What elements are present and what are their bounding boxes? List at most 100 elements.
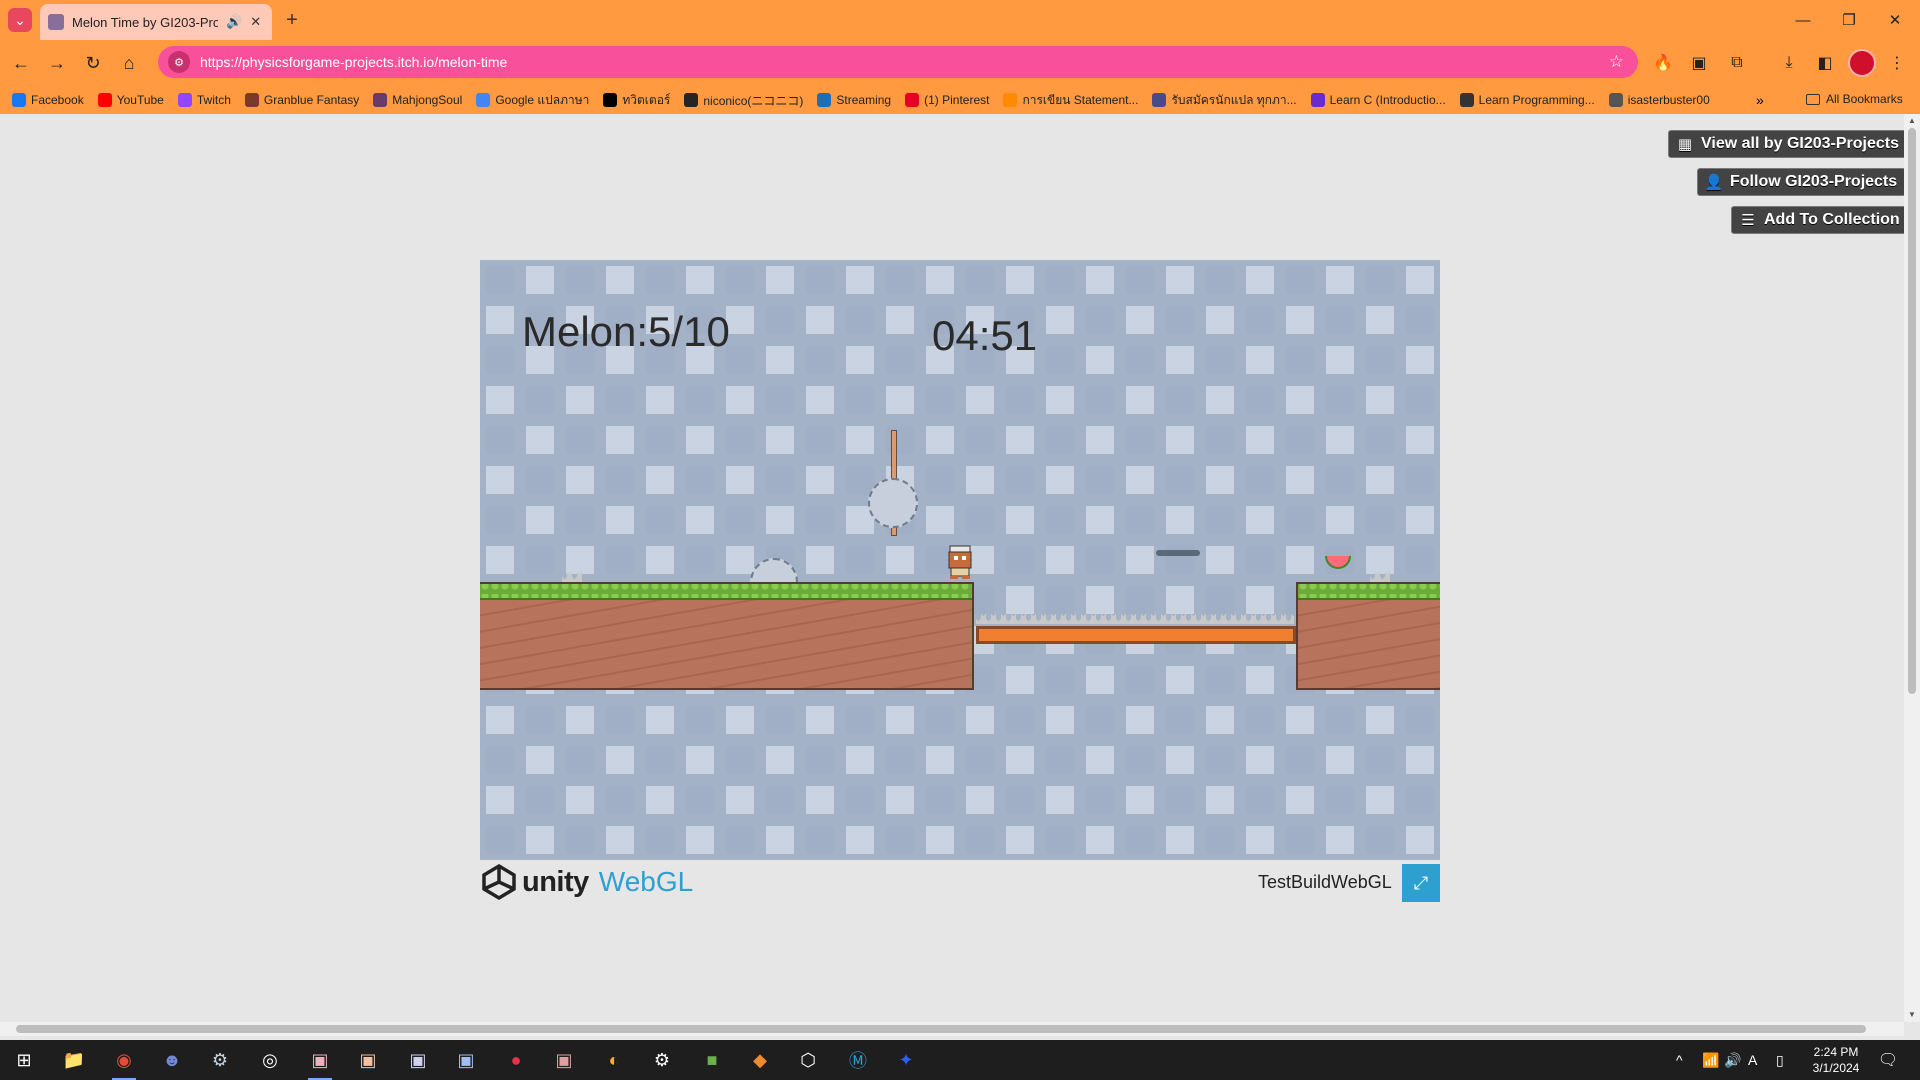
horizontal-scrollbar[interactable] bbox=[0, 1022, 1904, 1036]
ubisoft-icon[interactable]: ◎ bbox=[254, 1046, 286, 1074]
tile bbox=[1086, 826, 1114, 854]
profile-avatar[interactable] bbox=[1848, 49, 1876, 77]
tile bbox=[1246, 706, 1274, 734]
bookmark-item[interactable]: Streaming bbox=[817, 93, 891, 107]
app-icon-m[interactable]: Ⓜ bbox=[842, 1046, 874, 1074]
game-app-icon-3[interactable]: ▣ bbox=[402, 1046, 434, 1074]
address-bar[interactable]: ⚙ https://physicsforgame-projects.itch.i… bbox=[158, 46, 1638, 78]
all-bookmarks-button[interactable]: All Bookmarks bbox=[1806, 92, 1903, 106]
steam-icon[interactable]: ⚙ bbox=[204, 1046, 236, 1074]
game-app-icon-2[interactable]: ▣ bbox=[352, 1046, 384, 1074]
bookmark-item[interactable]: MahjongSoul bbox=[373, 93, 462, 107]
wifi-icon[interactable]: 📶 bbox=[1702, 1040, 1719, 1080]
bookmark-item[interactable]: YouTube bbox=[97, 93, 164, 107]
picture-in-picture-icon[interactable]: ▣ bbox=[1688, 52, 1710, 74]
game-app-icon-1[interactable]: ▣ bbox=[304, 1046, 336, 1080]
tile bbox=[1286, 386, 1314, 414]
tile bbox=[646, 706, 674, 734]
vertical-scroll-thumb[interactable] bbox=[1908, 128, 1916, 694]
extensions-puzzle-icon[interactable]: ⧉ bbox=[1726, 52, 1748, 74]
notification-icon[interactable]: 🗨 bbox=[1876, 1048, 1900, 1072]
bookmark-label: isasterbuster00 bbox=[1627, 93, 1710, 107]
extension-flame-icon[interactable]: 🔥 bbox=[1652, 52, 1674, 74]
bookmarks-overflow-icon[interactable]: » bbox=[1756, 92, 1764, 108]
app-icon-carrot[interactable]: ◆ bbox=[744, 1046, 776, 1074]
reload-button[interactable]: ↻ bbox=[78, 48, 108, 78]
game-app-icon-4[interactable]: ▣ bbox=[450, 1046, 482, 1074]
bookmark-item[interactable]: isasterbuster00 bbox=[1608, 93, 1710, 107]
home-button[interactable]: ⌂ bbox=[114, 48, 144, 78]
app-icon-7[interactable]: ◐ bbox=[598, 1046, 630, 1074]
tile bbox=[886, 706, 914, 734]
bookmark-item[interactable]: ทวิตเตอร์ bbox=[603, 91, 670, 110]
system-clock[interactable]: 2:24 PM 3/1/2024 bbox=[1800, 1044, 1872, 1076]
settings-icon[interactable]: ⚙ bbox=[646, 1046, 678, 1074]
follow-button[interactable]: 👤 Follow GI203-Projects bbox=[1697, 168, 1907, 196]
app-icon-blue[interactable]: ✦ bbox=[890, 1046, 922, 1074]
minecraft-icon[interactable]: ■ bbox=[696, 1046, 728, 1074]
side-panel-icon[interactable]: ◧ bbox=[1814, 52, 1836, 74]
windows-start-icon[interactable]: ⊞ bbox=[8, 1046, 40, 1074]
back-button[interactable]: ← bbox=[6, 48, 36, 78]
tile bbox=[1046, 546, 1074, 574]
tab-search-button[interactable]: ⌄ bbox=[8, 8, 32, 32]
tray-overflow-icon[interactable]: ^ bbox=[1676, 1040, 1683, 1080]
new-tab-button[interactable]: + bbox=[280, 8, 304, 32]
tile bbox=[966, 426, 994, 454]
tab-melon-time[interactable]: Melon Time by GI203-Proje 🔊 ✕ bbox=[40, 4, 272, 40]
tile bbox=[1246, 346, 1274, 374]
tile bbox=[1006, 386, 1034, 414]
add-to-collection-button[interactable]: ☰ Add To Collection bbox=[1731, 206, 1909, 234]
bookmark-item[interactable]: Twitch bbox=[177, 93, 231, 107]
tile bbox=[726, 466, 754, 494]
minimize-button[interactable]: — bbox=[1780, 0, 1826, 40]
unity-hub-icon[interactable]: ⬡ bbox=[792, 1046, 824, 1074]
download-icon[interactable]: ⤓ bbox=[1778, 52, 1800, 74]
menu-kebab-icon[interactable]: ⋮ bbox=[1886, 52, 1908, 74]
view-all-button[interactable]: ▦ View all by GI203-Projects bbox=[1668, 130, 1909, 158]
horizontal-scroll-thumb[interactable] bbox=[16, 1025, 1866, 1033]
scroll-up-icon[interactable]: ▲ bbox=[1908, 116, 1916, 125]
vertical-scrollbar[interactable]: ▲ ▼ bbox=[1904, 114, 1920, 1022]
bookmark-item[interactable]: Granblue Fantasy bbox=[244, 93, 360, 107]
bookmark-label: Google แปลภาษา bbox=[495, 92, 590, 107]
close-tab-icon[interactable]: ✕ bbox=[250, 14, 261, 30]
bookmark-item[interactable]: Google แปลภาษา bbox=[476, 91, 589, 110]
game-app-icon-5[interactable]: ● bbox=[500, 1046, 532, 1074]
discord-icon[interactable]: ☻ bbox=[156, 1046, 188, 1074]
bookmark-star-icon[interactable]: ☆ bbox=[1609, 52, 1624, 72]
tile bbox=[1046, 706, 1074, 734]
tile bbox=[606, 466, 634, 494]
chrome-icon[interactable]: ◉ bbox=[108, 1046, 140, 1080]
bookmark-item[interactable]: niconico(ニコニコ) bbox=[684, 92, 803, 109]
input-language-icon[interactable]: A bbox=[1748, 1040, 1757, 1080]
learn-programming-icon bbox=[1459, 93, 1474, 107]
fullscreen-button[interactable]: ⤢ bbox=[1402, 864, 1440, 902]
scroll-down-icon[interactable]: ▼ bbox=[1908, 1010, 1916, 1019]
battery-icon[interactable]: ▯ bbox=[1776, 1040, 1784, 1080]
tile bbox=[1246, 426, 1274, 454]
bookmark-item[interactable]: (1) Pinterest bbox=[905, 93, 989, 107]
game-app-icon-6[interactable]: ▣ bbox=[548, 1046, 580, 1074]
bookmark-item[interactable]: รับสมัครนักแปล ทุกภา... bbox=[1152, 91, 1297, 110]
tile bbox=[1286, 786, 1314, 814]
volume-icon[interactable]: 🔊 bbox=[1724, 1040, 1741, 1080]
tile bbox=[1166, 386, 1194, 414]
bookmark-label: Granblue Fantasy bbox=[263, 93, 360, 107]
bookmark-item[interactable]: Facebook bbox=[12, 93, 84, 107]
file-explorer-icon[interactable]: 📁 bbox=[58, 1046, 90, 1074]
speaker-icon[interactable]: 🔊 bbox=[226, 14, 242, 30]
tile bbox=[1046, 826, 1074, 854]
bookmark-item[interactable]: การเขียน Statement... bbox=[1003, 91, 1138, 110]
tile bbox=[886, 346, 914, 374]
bookmark-item[interactable]: Learn C (Introductio... bbox=[1310, 93, 1446, 107]
restore-button[interactable]: ❐ bbox=[1826, 0, 1872, 40]
site-info-icon[interactable]: ⚙ bbox=[168, 51, 190, 73]
game-canvas[interactable]: Melon:5/10 04:51 bbox=[480, 260, 1440, 860]
tile bbox=[1126, 266, 1154, 294]
tile bbox=[526, 786, 554, 814]
close-window-button[interactable]: ✕ bbox=[1872, 0, 1918, 40]
bookmark-item[interactable]: Learn Programming... bbox=[1459, 93, 1595, 107]
forward-button[interactable]: → bbox=[42, 48, 72, 78]
tile bbox=[486, 706, 514, 734]
